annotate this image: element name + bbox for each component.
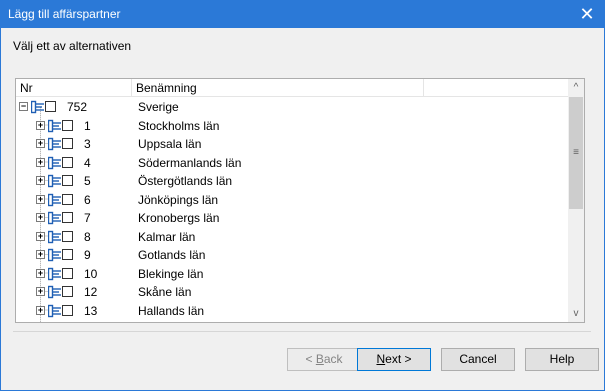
dialog-window: Lägg till affärspartner ✕ Välj ett av al… xyxy=(0,0,605,391)
row-nr: 5 xyxy=(84,174,91,188)
tree-row[interactable]: +1 Stockholms län xyxy=(16,117,568,136)
tree-node-icon xyxy=(47,119,62,133)
tree-row[interactable]: +5 Östergötlands län xyxy=(16,172,568,191)
row-checkbox[interactable] xyxy=(62,193,73,205)
expand-icon[interactable]: + xyxy=(36,268,45,278)
tree-node-icon xyxy=(47,285,62,299)
tree-row[interactable]: +4 Södermanlands län xyxy=(16,154,568,173)
expand-icon[interactable]: + xyxy=(36,176,45,185)
expand-icon[interactable]: + xyxy=(36,231,45,241)
close-button[interactable]: ✕ xyxy=(576,4,598,24)
tree-node-icon xyxy=(47,304,62,318)
row-nr: 13 xyxy=(84,303,98,318)
row-nr: 9 xyxy=(84,248,91,262)
tree-row[interactable]: +8 Kalmar län xyxy=(16,228,568,247)
tree-row[interactable]: +7 Kronobergs län xyxy=(16,209,568,228)
row-name: Stockholms län xyxy=(138,118,220,133)
column-header-nr[interactable]: Nr xyxy=(16,79,132,97)
row-name: Sverige xyxy=(138,100,179,114)
row-nr: 6 xyxy=(84,192,91,207)
expand-icon[interactable]: + xyxy=(36,139,45,148)
next-button-mnemonic: N xyxy=(376,352,386,366)
row-name: Östergötlands län xyxy=(138,174,233,188)
expand-icon[interactable]: + xyxy=(36,157,45,167)
row-name: Södermanlands län xyxy=(138,155,242,170)
expand-icon[interactable]: + xyxy=(36,305,45,315)
collapse-icon[interactable]: − xyxy=(19,102,28,111)
expand-icon[interactable]: + xyxy=(36,287,45,296)
tree-row-root[interactable]: − 752 Sverige xyxy=(16,98,568,117)
column-header: Nr Benämning xyxy=(16,79,568,98)
row-checkbox[interactable] xyxy=(62,286,73,297)
row-name: Hallands län xyxy=(138,303,205,318)
tree-node-icon xyxy=(47,248,62,262)
row-name: Jönköpings län xyxy=(138,192,219,207)
tree-node-icon xyxy=(47,267,62,281)
tree-node-icon xyxy=(47,137,62,151)
help-button[interactable]: Help xyxy=(525,348,599,371)
next-button[interactable]: Next > xyxy=(357,348,431,371)
title-bar[interactable]: Lägg till affärspartner ✕ xyxy=(1,1,604,28)
row-checkbox[interactable] xyxy=(62,138,73,149)
row-checkbox[interactable] xyxy=(62,267,73,279)
tree-node-icon xyxy=(47,156,62,170)
back-button[interactable]: < Back xyxy=(287,348,361,371)
row-name: Skåne län xyxy=(138,285,192,299)
row-checkbox[interactable] xyxy=(45,101,56,112)
scroll-thumb[interactable]: ≡ xyxy=(569,97,583,209)
tree-list[interactable]: Nr Benämning − 752 Sverige +1 Stockholms län… xyxy=(15,78,585,323)
column-header-benamning[interactable]: Benämning xyxy=(132,79,424,97)
expand-icon[interactable]: + xyxy=(36,250,45,259)
row-checkbox[interactable] xyxy=(62,212,73,223)
expand-icon[interactable]: + xyxy=(36,194,45,204)
back-button-label: ack xyxy=(323,352,343,366)
row-nr: 8 xyxy=(84,229,91,244)
tree-node-icon xyxy=(47,174,62,188)
scroll-down-icon[interactable]: v xyxy=(568,305,584,322)
button-separator xyxy=(13,331,591,332)
tree-node-icon xyxy=(47,193,62,207)
tree-row[interactable]: +10 Blekinge län xyxy=(16,265,568,284)
row-nr: 12 xyxy=(84,285,98,299)
row-name: Kronobergs län xyxy=(138,211,220,225)
row-nr: 4 xyxy=(84,155,91,170)
tree-node-icon xyxy=(47,211,62,225)
column-header-empty[interactable] xyxy=(424,79,568,97)
instruction-text: Välj ett av alternativen xyxy=(13,39,132,53)
row-nr: 10 xyxy=(84,266,98,281)
tree-row[interactable]: +13 Hallands län xyxy=(16,302,568,321)
scroll-up-icon[interactable]: ^ xyxy=(568,79,584,96)
expand-icon[interactable]: + xyxy=(36,213,45,222)
tree-node-icon xyxy=(30,100,45,114)
expand-icon[interactable]: + xyxy=(36,120,45,130)
row-nr: 7 xyxy=(84,211,91,225)
row-name: Kalmar län xyxy=(138,229,196,244)
tree-row[interactable]: +6 Jönköpings län xyxy=(16,191,568,210)
tree-node-icon xyxy=(47,230,62,244)
tree-row[interactable]: +12 Skåne län xyxy=(16,283,568,302)
tree-rows: − 752 Sverige +1 Stockholms län +3 Uppsala län… xyxy=(16,98,568,322)
row-nr: 3 xyxy=(84,137,91,151)
tree-row[interactable]: +3 Uppsala län xyxy=(16,135,568,154)
row-nr: 1 xyxy=(84,118,91,133)
row-checkbox[interactable] xyxy=(62,119,73,131)
back-button-mnemonic: B xyxy=(315,352,324,366)
cancel-button[interactable]: Cancel xyxy=(441,348,515,371)
next-button-label: ext > xyxy=(385,352,412,366)
row-checkbox[interactable] xyxy=(62,304,73,316)
dialog-title: Lägg till affärspartner xyxy=(8,7,121,21)
row-checkbox[interactable] xyxy=(62,156,73,168)
row-checkbox[interactable] xyxy=(62,175,73,186)
tree-row[interactable]: +9 Gotlands län xyxy=(16,246,568,265)
row-name: Uppsala län xyxy=(138,137,202,151)
back-button-prefix: < xyxy=(305,352,316,366)
row-name: Gotlands län xyxy=(138,248,206,262)
row-nr: 752 xyxy=(67,100,88,114)
row-name: Blekinge län xyxy=(138,266,204,281)
vertical-scrollbar[interactable]: ^ ≡ v xyxy=(568,79,584,322)
row-checkbox[interactable] xyxy=(62,230,73,242)
row-checkbox[interactable] xyxy=(62,249,73,260)
